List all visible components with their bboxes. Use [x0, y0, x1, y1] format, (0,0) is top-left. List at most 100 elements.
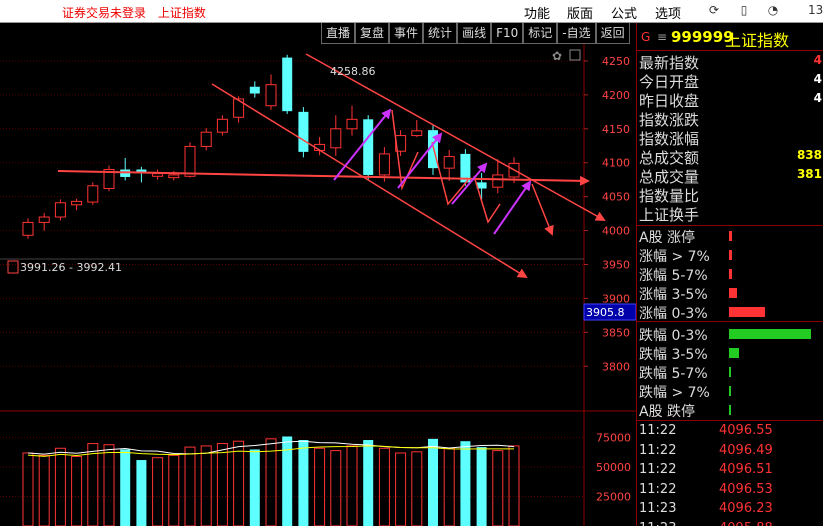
- distribution-bar: [729, 288, 737, 298]
- distribution-label: 涨幅 5-7%: [639, 268, 708, 284]
- info-row: 昨日收盘 4: [637, 90, 823, 110]
- distribution-bar: [729, 269, 732, 279]
- volume-bar: [298, 440, 309, 526]
- gear-icon[interactable]: ✿: [552, 49, 562, 63]
- volume-bar: [428, 438, 438, 526]
- menu-icon[interactable]: ≡: [657, 30, 667, 44]
- events-button[interactable]: 事件: [389, 23, 424, 44]
- distribution-label: 涨幅 > 7%: [639, 249, 710, 265]
- volume-bar: [87, 443, 99, 526]
- candle-body: [411, 130, 423, 137]
- menu-layout[interactable]: 版面: [567, 3, 593, 22]
- price-axis: 4250 4200 4150 4100 4050 4000 3950 3900 3850 3800: [584, 55, 630, 373]
- low-price-label: 3991.26 - 3992.41: [20, 261, 122, 274]
- volume-tick-label: 75000: [596, 432, 631, 445]
- info-row: 指数量比: [637, 185, 823, 205]
- tick-row: 11:22 4096.51: [637, 461, 823, 480]
- volume-bar: [168, 454, 180, 526]
- info-row: 上证换手: [637, 204, 823, 224]
- volume-bar: [103, 444, 115, 526]
- bell-icon[interactable]: ◔: [766, 3, 780, 17]
- tick-price: 4096.49: [719, 442, 773, 458]
- distribution-bar: [729, 307, 766, 317]
- info-value: 4: [813, 91, 822, 105]
- volume-bar: [152, 457, 164, 526]
- price-tick-label: 4250: [602, 55, 630, 68]
- menu-formula[interactable]: 公式: [611, 3, 637, 22]
- distribution-row: A股 涨停: [637, 226, 823, 246]
- f10-button[interactable]: F10: [491, 23, 524, 44]
- candle-body: [200, 131, 212, 147]
- trade-status: 证券交易未登录 上证指数: [62, 4, 214, 21]
- back-button[interactable]: 返回: [595, 23, 630, 44]
- distribution-bar: [729, 329, 811, 339]
- menu-options[interactable]: 选项: [655, 3, 681, 22]
- index-status-text: 上证指数: [157, 6, 206, 20]
- candle-body: [38, 216, 50, 223]
- replay-button[interactable]: 复盘: [355, 23, 390, 44]
- mark-button[interactable]: 标记: [523, 23, 558, 44]
- volume-bar: [492, 450, 504, 526]
- distribution-row: A股 跌停: [637, 400, 823, 420]
- volume-layer: [22, 436, 520, 526]
- volume-axis: 75000 50000 25000: [596, 432, 631, 504]
- quote-panel: G ≡ 999999 上证指数 最新指数 4 今日开盘 4 昨日收盘 4 指数涨跌 指数涨幅总…: [636, 23, 823, 526]
- info-row: 今日开盘 4: [637, 71, 823, 91]
- distribution-bar: [729, 250, 732, 260]
- volume-bar: [330, 450, 342, 526]
- info-label: 总成交量: [639, 168, 700, 186]
- phone-icon[interactable]: ▯: [737, 3, 751, 17]
- price-tick-label: 3900: [602, 292, 630, 305]
- menu-function[interactable]: 功能: [524, 3, 550, 22]
- draw-line-button[interactable]: 画线: [457, 23, 492, 44]
- info-label: 最新指数: [639, 54, 700, 72]
- trend-annotations: [57, 53, 606, 279]
- candle-body: [378, 153, 390, 176]
- lower-channel-line: [211, 83, 528, 279]
- volume-bar: [136, 460, 147, 526]
- info-value: 381: [796, 167, 822, 181]
- live-button[interactable]: 直播: [321, 23, 356, 44]
- high-price-label: 4258.86: [330, 65, 376, 78]
- volume-tick-label: 25000: [596, 491, 631, 504]
- tick-price: 4096.53: [719, 481, 773, 497]
- info-label: 上证换手: [639, 206, 700, 224]
- low-marker: [7, 260, 19, 274]
- refresh-icon[interactable]: ⟳: [707, 3, 721, 17]
- kline-chart[interactable]: 4250 4200 4150 4100 4050 4000 3950 3900 3850 3800…: [0, 44, 636, 526]
- distribution-row: 涨幅 0-3%: [637, 302, 823, 322]
- volume-ma5-line: [27, 440, 515, 455]
- candle-body: [298, 111, 309, 152]
- close-box-icon[interactable]: [569, 49, 581, 61]
- distribution-label: 跌幅 5-7%: [639, 366, 708, 382]
- watchlist-button[interactable]: -自选: [557, 23, 596, 44]
- info-label: 指数量比: [639, 187, 700, 205]
- tick-time: 11:22: [639, 423, 677, 438]
- stats-button[interactable]: 统计: [423, 23, 458, 44]
- volume-bar: [378, 447, 390, 526]
- tick-time: 11:23: [639, 521, 676, 526]
- chart-toolbar: 直播 复盘 事件 统计 画线 F10 标记 -自选 返回: [321, 23, 630, 44]
- tick-price: 4096.23: [719, 501, 773, 516]
- volume-bar: [314, 447, 326, 526]
- volume-bar: [54, 447, 66, 526]
- market-prefix: G: [641, 30, 651, 44]
- tick-row: 11:22 4096.55: [637, 422, 823, 441]
- volume-bar: [120, 449, 131, 526]
- tick-time: 11:22: [639, 462, 677, 477]
- tick-row: 11:23 4095.88: [637, 520, 823, 526]
- tick-time: 11:22: [639, 481, 677, 497]
- distribution-label: 跌幅 3-5%: [639, 347, 708, 363]
- tick-row: 11:23 4096.23: [637, 500, 823, 519]
- info-label: 今日开盘: [639, 73, 700, 91]
- tick-price: 4095.88: [719, 521, 773, 526]
- price-tick-label: 4000: [602, 225, 630, 238]
- info-value: 4: [813, 53, 822, 67]
- candle-body: [71, 200, 83, 206]
- volume-bar: [443, 447, 455, 526]
- info-label: 总成交额: [639, 149, 700, 167]
- distribution-row: 涨幅 5-7%: [637, 264, 823, 284]
- candle-body: [152, 173, 164, 177]
- distribution-label: A股 涨停: [639, 230, 696, 246]
- distribution-row: 跌幅 3-5%: [637, 343, 823, 363]
